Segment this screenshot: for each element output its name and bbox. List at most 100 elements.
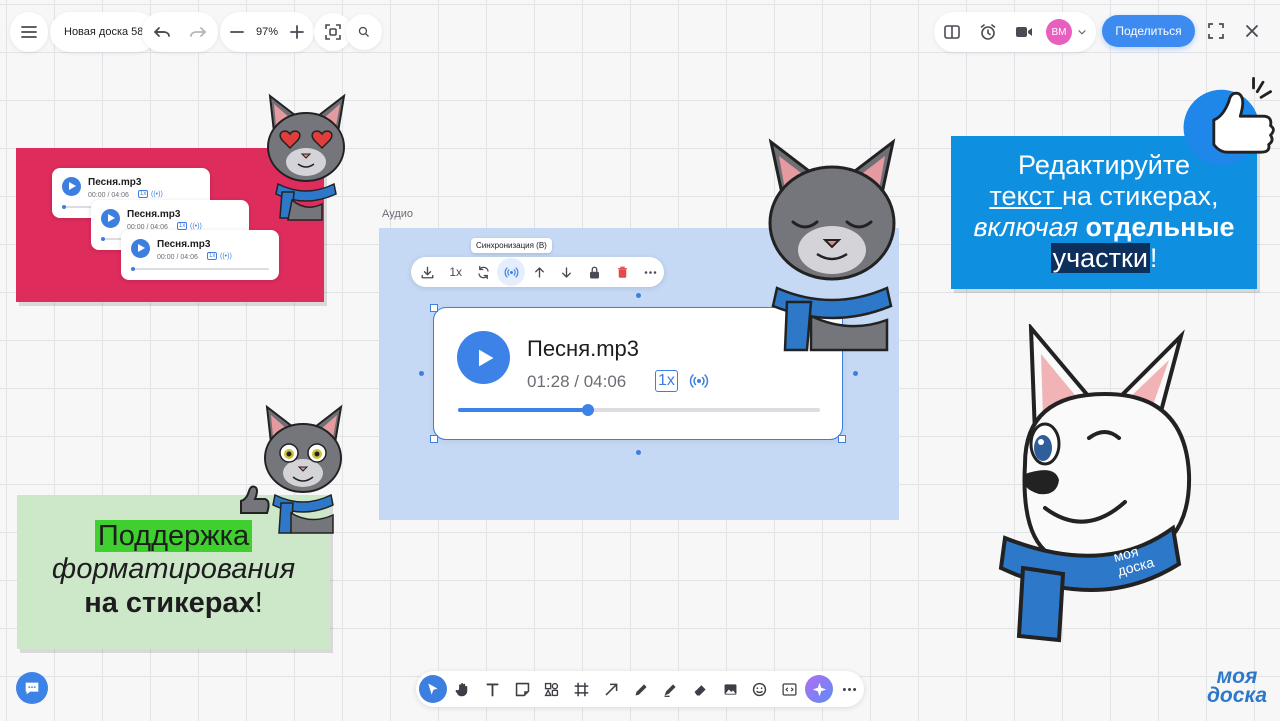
more-horizontal-icon <box>842 687 856 691</box>
connector-dot-left[interactable] <box>419 371 424 376</box>
text-tool[interactable] <box>477 674 507 704</box>
thumbs-up-icon[interactable] <box>1176 72 1280 168</box>
eraser-icon <box>694 684 706 695</box>
play-button[interactable] <box>457 331 510 384</box>
shapes-icon <box>544 682 559 696</box>
select-tool[interactable] <box>418 674 448 704</box>
pen-tool[interactable] <box>626 674 656 704</box>
white-dog-sticker[interactable]: моя доска <box>985 324 1195 644</box>
mini-audio-track[interactable] <box>131 267 269 271</box>
close-button[interactable] <box>1234 13 1270 49</box>
hand-icon <box>455 682 468 696</box>
presentation-button[interactable] <box>934 14 970 50</box>
connector-dot-top[interactable] <box>636 293 641 298</box>
sticky-note-icon <box>515 682 529 696</box>
pen-icon <box>635 683 647 695</box>
fullscreen-icon <box>1208 23 1224 39</box>
cat-thumbs-up-sticker[interactable] <box>237 403 357 538</box>
frame-tool[interactable] <box>567 674 597 704</box>
zoom-pill: 97% <box>220 12 314 52</box>
zoom-in-button[interactable] <box>282 14 312 50</box>
audio-progress-thumb[interactable] <box>582 404 595 416</box>
play-icon[interactable] <box>101 209 120 228</box>
image-tool[interactable] <box>715 674 745 704</box>
logo-line2: доска <box>1206 683 1268 707</box>
undo-button[interactable] <box>144 14 180 50</box>
mini-audio-name: Песня.mp3 <box>127 209 181 220</box>
mini-audio-speed[interactable]: 1x <box>207 252 218 260</box>
sync-icon[interactable] <box>689 371 709 391</box>
play-icon[interactable] <box>62 177 81 196</box>
more-button[interactable] <box>636 258 664 286</box>
frame-label[interactable]: Аудио <box>382 208 413 220</box>
connector-tool[interactable] <box>596 674 626 704</box>
bottom-toolbar <box>416 671 864 707</box>
blue-sticker-line2: текст на стикерах, <box>989 181 1219 212</box>
download-icon <box>421 266 434 278</box>
search-button[interactable] <box>346 14 382 50</box>
mini-audio-card[interactable]: Песня.mp3 00:00 / 04:06 1x ((•)) <box>121 230 279 280</box>
zoom-out-button[interactable] <box>222 14 252 50</box>
cat-sleeping-sticker[interactable] <box>757 138 907 353</box>
resize-handle-br[interactable] <box>838 435 846 443</box>
sync-button[interactable] <box>497 258 526 286</box>
video-camera-icon <box>1016 27 1032 37</box>
mini-audio-speed[interactable]: 1x <box>138 190 149 198</box>
lock-button[interactable] <box>581 258 609 286</box>
code-icon <box>782 682 797 696</box>
send-backward-button[interactable] <box>553 258 581 286</box>
arrow-up-icon <box>534 266 544 278</box>
play-icon[interactable] <box>131 239 150 258</box>
hamburger-icon <box>21 26 37 38</box>
trash-icon <box>617 266 627 278</box>
italic-text: включая <box>973 212 1086 243</box>
app-logo[interactable]: моя доска <box>1202 666 1272 707</box>
embed-tool[interactable] <box>775 674 805 704</box>
delete-button[interactable] <box>608 258 636 286</box>
menu-pill <box>10 12 48 52</box>
download-button[interactable] <box>414 258 442 286</box>
shapes-tool[interactable] <box>537 674 567 704</box>
user-menu[interactable]: ВМ <box>1046 19 1088 45</box>
audio-file-name: Песня.mp3 <box>527 336 640 361</box>
more-tools-button[interactable] <box>834 674 864 704</box>
right-tools-pill: ВМ <box>934 12 1096 52</box>
sticker-tool[interactable] <box>507 674 537 704</box>
video-call-button[interactable] <box>1006 14 1042 50</box>
bold-text: отдельные <box>1085 212 1235 243</box>
fullscreen-button[interactable] <box>1198 13 1234 49</box>
zoom-level[interactable]: 97% <box>252 26 282 38</box>
audio-progress-track[interactable] <box>458 404 820 416</box>
menu-button[interactable] <box>11 14 47 50</box>
audio-speed-badge[interactable]: 1x <box>655 370 678 392</box>
timer-button[interactable] <box>970 14 1006 50</box>
replace-button[interactable] <box>470 258 498 286</box>
connector-dot-bottom[interactable] <box>636 450 641 455</box>
resize-handle-bl[interactable] <box>430 435 438 443</box>
sparkle-icon <box>812 682 827 696</box>
emoji-tool[interactable] <box>745 674 775 704</box>
eraser-tool[interactable] <box>686 674 716 704</box>
close-icon <box>1246 25 1258 37</box>
sync-icon: ((•)) <box>190 223 202 230</box>
resize-handle-tl[interactable] <box>430 304 438 312</box>
book-icon <box>944 25 960 39</box>
blue-sticker-line3: включая отдельные <box>951 212 1257 243</box>
bring-forward-button[interactable] <box>525 258 553 286</box>
hand-tool[interactable] <box>448 674 478 704</box>
search-icon <box>358 26 369 37</box>
image-icon <box>724 683 737 695</box>
chat-button[interactable] <box>16 672 48 704</box>
sync-tooltip: Синхронизация (В) <box>471 238 552 253</box>
mini-audio-time: 00:00 / 04:06 <box>88 192 129 199</box>
connector-dot-right[interactable] <box>853 371 858 376</box>
redo-button[interactable] <box>180 14 216 50</box>
underlined-text: текст <box>989 181 1062 212</box>
marker-tool[interactable] <box>656 674 686 704</box>
speed-button[interactable]: 1x <box>442 258 470 286</box>
share-button[interactable]: Поделиться <box>1102 15 1195 47</box>
ai-assistant-tool[interactable] <box>805 674 835 704</box>
mini-audio-speed[interactable]: 1x <box>177 222 188 230</box>
cat-heart-eyes-sticker[interactable] <box>256 92 356 222</box>
arrow-diagonal-icon <box>605 683 618 695</box>
